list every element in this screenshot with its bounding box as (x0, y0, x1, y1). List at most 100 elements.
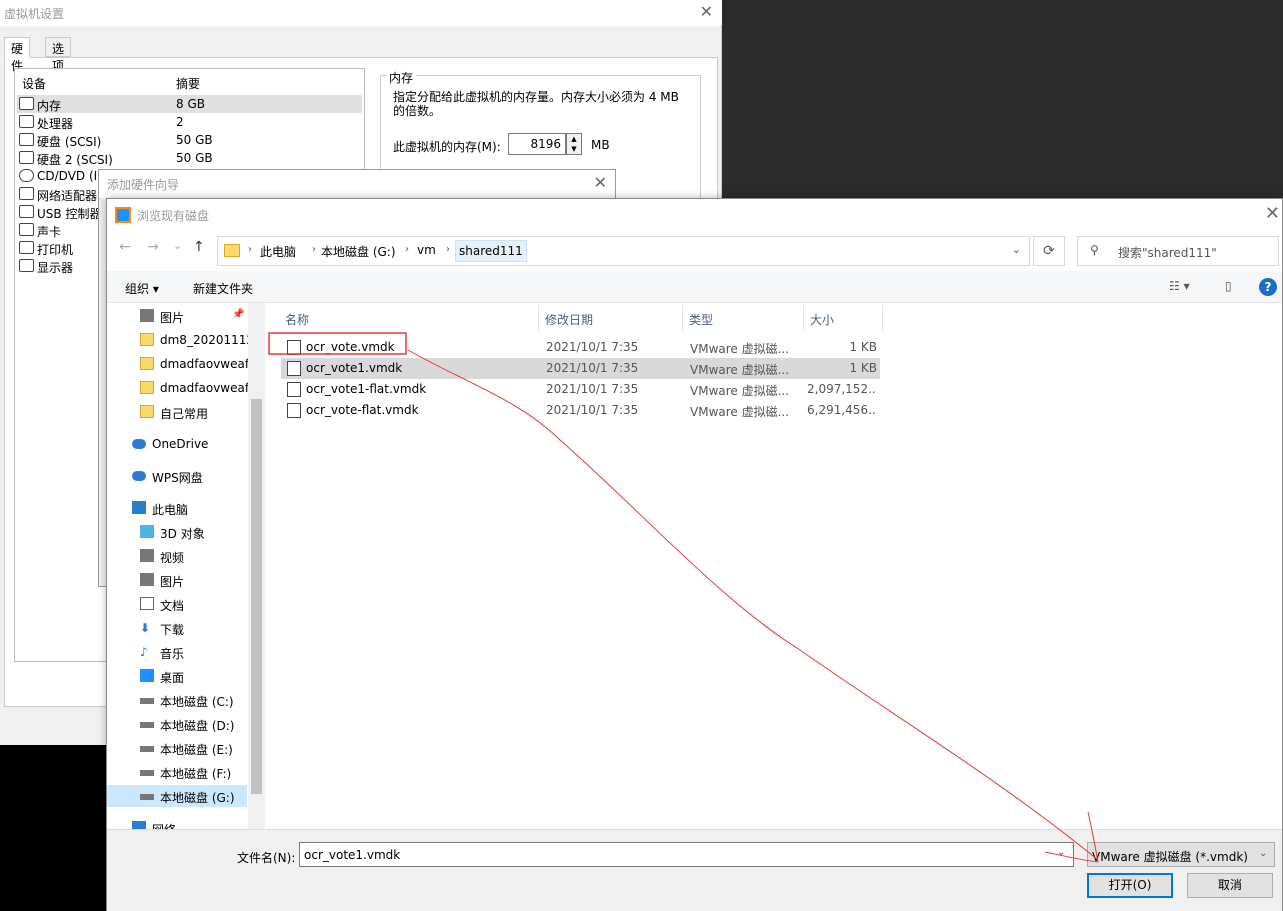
device-row-disk2[interactable]: 硬盘 2 (SCSI) 50 GB (17, 149, 362, 167)
nav-item-label: 图片 (160, 575, 185, 589)
nav-item-drive-e[interactable]: 本地磁盘 (E:) (107, 737, 247, 759)
file-date: 2021/10/1 7:35 (546, 403, 639, 417)
pin-icon: 📌 (232, 309, 245, 320)
address-bar[interactable]: › 此电脑 › 本地磁盘 (G:) › vm › shared111 ⌄ (217, 236, 1030, 266)
device-column-header: 设备 (22, 77, 47, 91)
nav-item-label: dm8_20201112 (160, 333, 255, 347)
picture-icon (140, 573, 154, 586)
cube-icon (140, 525, 154, 538)
nav-item-drive-d[interactable]: 本地磁盘 (D:) (107, 713, 247, 735)
music-note-icon: ♪ (140, 645, 148, 659)
nav-item-dmadfaovweaf-1[interactable]: dmadfaovweaf (107, 353, 249, 375)
nav-item-pictures[interactable]: 图片 (107, 569, 247, 591)
nav-item-label: WPS网盘 (152, 471, 203, 485)
device-name: CD/DVD (II (37, 169, 101, 183)
file-type-filter[interactable]: VMware 虚拟磁盘 (*.vmdk) (1087, 842, 1275, 867)
tab-hardware[interactable]: 硬件 (4, 37, 31, 73)
nav-item-drive-c[interactable]: 本地磁盘 (C:) (107, 689, 247, 711)
device-summary: 50 GB (176, 133, 213, 147)
nav-item-favorites[interactable]: 自己常用 (107, 401, 247, 423)
nav-item-drive-f[interactable]: 本地磁盘 (F:) (107, 761, 247, 783)
background-black-area (0, 745, 107, 911)
breadcrumb-vm[interactable]: vm (417, 243, 436, 257)
file-row-ocr-vote[interactable]: ocr_vote.vmdk 2021/10/1 7:35 VMware 虚拟磁...… (281, 337, 880, 358)
column-header-size[interactable]: 大小 (804, 305, 883, 331)
column-header-name[interactable]: 名称 (279, 305, 539, 331)
nav-item-onedrive[interactable]: OneDrive (107, 433, 247, 455)
computer-icon (132, 501, 146, 514)
forward-arrow-icon[interactable]: → (147, 239, 159, 255)
nav-item-label: 本地磁盘 (E:) (160, 743, 233, 757)
dialog-close-icon[interactable]: ✕ (1265, 203, 1280, 224)
device-row-memory[interactable]: 内存 8 GB (17, 95, 362, 113)
nav-item-network[interactable]: 网络 (107, 817, 247, 829)
file-row-ocr-vote1[interactable]: ocr_vote1.vmdk 2021/10/1 7:35 VMware 虚拟磁..… (281, 358, 880, 379)
network-adapter-icon (19, 187, 34, 200)
organize-button[interactable]: 组织 ▾ (125, 280, 159, 297)
nav-item-label: 本地磁盘 (F:) (160, 767, 232, 781)
picture-icon (140, 309, 154, 322)
device-name: 声卡 (37, 225, 62, 239)
filename-input[interactable]: ocr_vote1.vmdk (299, 842, 1074, 867)
file-row-ocr-vote1-flat[interactable]: ocr_vote1-flat.vmdk 2021/10/1 7:35 VMware … (281, 379, 880, 400)
search-box[interactable]: ⚲ 搜索"shared111" (1077, 236, 1279, 266)
background-dark-area (722, 0, 1283, 200)
nav-item-label: 视频 (160, 551, 185, 565)
filter-dropdown-icon[interactable]: ⌄ (1259, 848, 1267, 859)
processor-icon (19, 115, 34, 128)
file-row-ocr-vote-flat[interactable]: ocr_vote-flat.vmdk 2021/10/1 7:35 VMware 虚… (281, 400, 880, 421)
nav-item-label: 本地磁盘 (D:) (160, 719, 235, 733)
nav-item-this-pc[interactable]: 此电脑 (107, 497, 247, 519)
preview-pane-icon[interactable]: ▯ (1225, 279, 1232, 293)
nav-item-3d-objects[interactable]: 3D 对象 (107, 521, 247, 543)
nav-item-music[interactable]: ♪ 音乐 (107, 641, 247, 663)
wizard-close-icon[interactable]: ✕ (594, 173, 607, 192)
device-row-processor[interactable]: 处理器 2 (17, 113, 362, 131)
device-name: 硬盘 2 (SCSI) (37, 153, 113, 167)
up-arrow-icon[interactable]: ↑ (193, 239, 205, 255)
nav-item-documents[interactable]: 文档 (107, 593, 247, 615)
cancel-button[interactable]: 取消 (1187, 873, 1273, 898)
refresh-icon[interactable]: ⟳ (1033, 236, 1065, 266)
nav-item-label: 本地磁盘 (G:) (160, 791, 235, 805)
document-icon (140, 597, 154, 610)
breadcrumb-this-pc[interactable]: 此电脑 (260, 243, 296, 260)
nav-item-dm8[interactable]: dm8_20201112 (107, 329, 254, 351)
device-name: USB 控制器 (37, 207, 102, 221)
file-type: VMware 虚拟磁... (690, 384, 790, 398)
open-button[interactable]: 打开(O) (1087, 873, 1173, 898)
recent-locations-chevron-icon[interactable]: ⌄ (173, 239, 182, 252)
nav-item-downloads[interactable]: ⬇ 下载 (107, 617, 247, 639)
file-size: 6,291,456... (807, 403, 877, 417)
drive-icon (140, 722, 154, 728)
file-size: 1 KB (849, 361, 877, 375)
breadcrumb-drive-g[interactable]: 本地磁盘 (G:) (321, 243, 396, 260)
filename-dropdown-icon[interactable]: ⌄ (1057, 847, 1065, 858)
nav-item-label: 音乐 (160, 647, 185, 661)
back-arrow-icon[interactable]: ← (119, 239, 131, 255)
drive-icon (140, 746, 154, 752)
new-folder-button[interactable]: 新建文件夹 (193, 280, 253, 297)
memory-size-input[interactable]: 8196 (508, 133, 566, 155)
nav-item-dmadfaovweaf-2[interactable]: dmadfaovweaf (107, 377, 249, 399)
memory-spinner[interactable]: ▲ ▼ (566, 133, 582, 155)
breadcrumb-separator: › (312, 244, 316, 255)
folder-icon (140, 357, 154, 370)
breadcrumb-shared111[interactable]: shared111 (455, 240, 527, 262)
nav-item-drive-g[interactable]: 本地磁盘 (G:) (107, 785, 247, 807)
address-dropdown-icon[interactable]: ⌄ (1012, 243, 1021, 256)
nav-item-videos[interactable]: 视频 (107, 545, 247, 567)
column-header-date[interactable]: 修改日期 (539, 305, 683, 331)
nav-scrollbar-thumb[interactable] (251, 399, 262, 794)
monitor-icon (19, 259, 34, 272)
tab-options[interactable]: 选项 (45, 37, 72, 73)
nav-item-pictures-pinned[interactable]: 图片 📌 (107, 305, 247, 327)
vm-settings-close-icon[interactable]: ✕ (700, 2, 713, 21)
nav-item-desktop[interactable]: 桌面 (107, 665, 247, 687)
device-name: 硬盘 (SCSI) (37, 135, 102, 149)
nav-item-wps[interactable]: WPS网盘 (107, 465, 247, 487)
column-header-type[interactable]: 类型 (683, 305, 804, 331)
device-row-disk1[interactable]: 硬盘 (SCSI) 50 GB (17, 131, 362, 149)
help-icon[interactable]: ? (1259, 278, 1277, 296)
view-options-icon[interactable]: ☷ ▾ (1169, 279, 1190, 293)
